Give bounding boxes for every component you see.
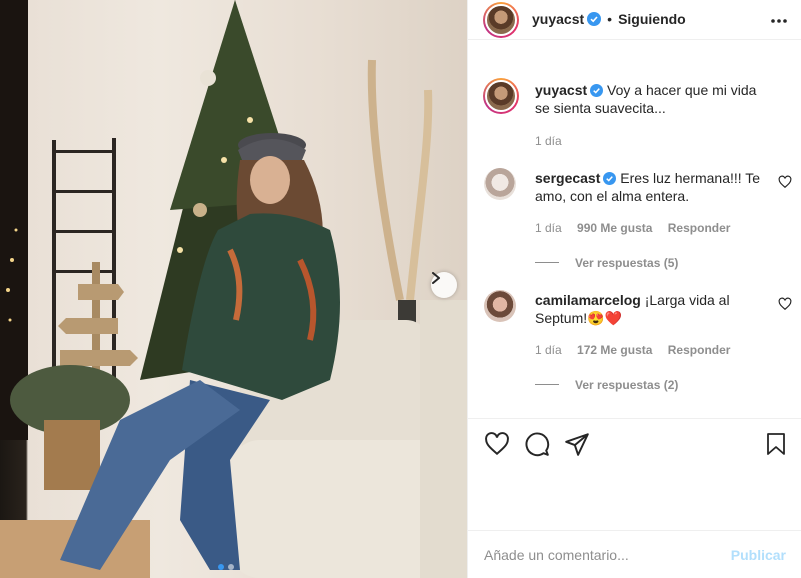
comment-time[interactable]: 1 día [535, 343, 562, 357]
author-username[interactable]: yuyacst [532, 11, 584, 27]
chevron-right-icon [432, 272, 440, 284]
action-bar [468, 418, 801, 528]
verified-badge-icon [603, 172, 617, 185]
caption-username[interactable]: yuyacst [535, 82, 587, 98]
post-side-panel: yuyacst • Siguiendo yuyacst Voy a hacer … [467, 0, 801, 578]
view-replies-button[interactable]: Ver respuestas (5) [575, 256, 678, 270]
header-user: yuyacst • Siguiendo [532, 11, 686, 27]
heart-icon [778, 297, 792, 311]
share-icon [565, 433, 589, 456]
comment-username[interactable]: sergecast [535, 170, 600, 186]
replies-divider [535, 384, 559, 386]
comment-body: camilamarcelog ¡Larga vida al Septum!😍❤️… [535, 291, 775, 394]
caption-body: yuyacst Voy a hacer que mi vida se sient… [535, 81, 775, 148]
comment-likes[interactable]: 990 Me gusta [577, 221, 652, 235]
save-button[interactable] [764, 431, 788, 462]
view-replies-row[interactable]: Ver respuestas (5) [535, 254, 775, 272]
like-button[interactable] [484, 431, 510, 462]
more-options-button[interactable] [770, 9, 788, 38]
caption-avatar[interactable] [483, 78, 519, 114]
comment-like-button[interactable] [778, 175, 792, 194]
photo-illustration [0, 0, 467, 578]
view-replies-row[interactable]: Ver respuestas (2) [535, 376, 775, 394]
reply-button[interactable]: Responder [668, 221, 731, 235]
following-button[interactable]: Siguiendo [618, 11, 686, 27]
carousel-dot-active [218, 564, 224, 570]
more-horizontal-icon [771, 19, 787, 23]
add-comment-bar: Publicar [468, 530, 801, 578]
replies-divider [535, 262, 559, 264]
reply-button[interactable]: Responder [668, 343, 731, 357]
carousel-next-button[interactable] [431, 272, 457, 298]
publish-button[interactable]: Publicar [731, 547, 786, 563]
caption-time[interactable]: 1 día [535, 134, 775, 148]
comment-input[interactable] [484, 545, 714, 565]
comment-avatar[interactable] [484, 290, 516, 322]
author-avatar[interactable] [483, 2, 519, 38]
comment-likes[interactable]: 172 Me gusta [577, 343, 652, 357]
comment-body: sergecast Eres luz hermana!!! Te amo, co… [535, 169, 775, 272]
comment-meta: 1 día 990 Me gusta Responder [535, 221, 775, 235]
comment-username[interactable]: camilamarcelog [535, 292, 641, 308]
comment-icon [525, 432, 550, 457]
post-header: yuyacst • Siguiendo [468, 0, 801, 40]
heart-icon [778, 175, 792, 189]
verified-badge-icon [587, 12, 602, 26]
bookmark-icon [767, 433, 785, 455]
comment-avatar[interactable] [484, 168, 516, 200]
heart-icon [485, 432, 509, 456]
comment-like-button[interactable] [778, 297, 792, 316]
caption-text-block: yuyacst Voy a hacer que mi vida se sient… [535, 81, 775, 117]
comment-button[interactable] [524, 431, 550, 462]
verified-badge-icon [590, 84, 604, 97]
share-button[interactable] [564, 431, 590, 462]
comment-text-block: sergecast Eres luz hermana!!! Te amo, co… [535, 169, 775, 205]
carousel-indicator [218, 564, 234, 570]
carousel-dot [228, 564, 234, 570]
comment-text-block: camilamarcelog ¡Larga vida al Septum!😍❤️ [535, 291, 775, 327]
comment-meta: 1 día 172 Me gusta Responder [535, 343, 775, 357]
header-separator: • [607, 11, 613, 27]
view-replies-button[interactable]: Ver respuestas (2) [575, 378, 678, 392]
post-photo[interactable] [0, 0, 467, 578]
comment-time[interactable]: 1 día [535, 221, 562, 235]
